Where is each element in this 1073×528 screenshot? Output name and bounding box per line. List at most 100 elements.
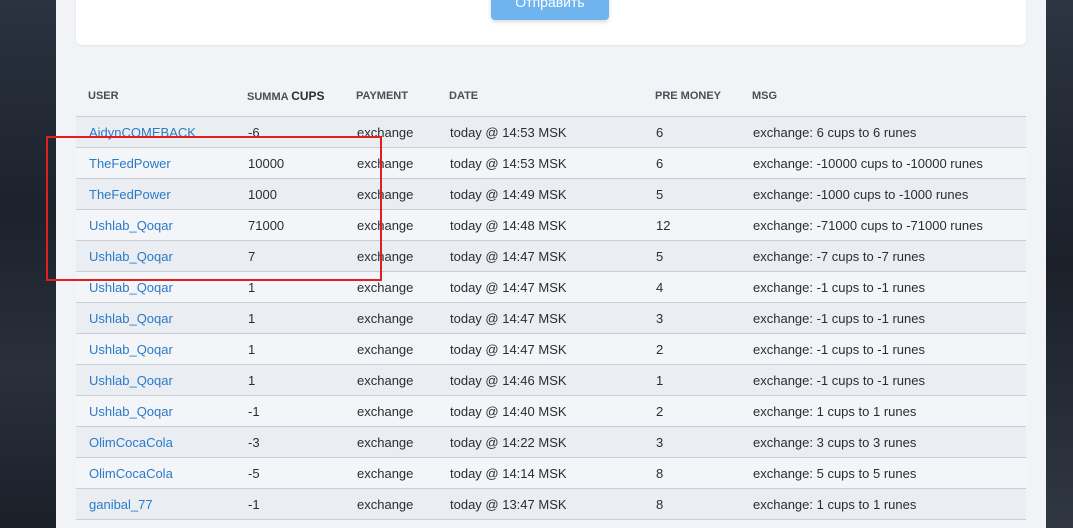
cell-user: ganibal_77 xyxy=(76,488,235,520)
cell-date: today @ 13:47 MSK xyxy=(437,488,643,520)
cell-date: today @ 14:53 MSK xyxy=(437,116,643,148)
cell-msg: exchange: -1 cups to -1 runes xyxy=(740,271,1026,303)
user-link[interactable]: Ushlab_Qoqar xyxy=(89,280,173,295)
header-date[interactable]: DATE xyxy=(437,75,643,117)
cell-payment: exchange xyxy=(344,116,437,148)
cell-summa: 1000 xyxy=(235,178,344,210)
cell-summa: 1 xyxy=(235,302,344,334)
user-link[interactable]: Ushlab_Qoqar xyxy=(89,373,173,388)
cell-pre-money: 6 xyxy=(643,147,740,179)
cell-summa: -1 xyxy=(235,395,344,427)
cell-payment: exchange xyxy=(344,147,437,179)
cell-msg: exchange: -10000 cups to -10000 runes xyxy=(740,147,1026,179)
header-pre-money[interactable]: PRE MONEY xyxy=(643,75,740,117)
cell-summa: 7 xyxy=(235,240,344,272)
table-row: Ushlab_Qoqar 71000 exchange today @ 14:48 M… xyxy=(76,209,1026,241)
cell-user: OlimCocaCola xyxy=(76,457,235,489)
cell-pre-money: 2 xyxy=(643,395,740,427)
table-row: Ushlab_Qoqar 1 exchange today @ 14:47 MSK 2 e… xyxy=(76,333,1026,365)
table-row: TheFedPower 10000 exchange today @ 14:53 MS… xyxy=(76,147,1026,179)
cell-user: OlimCocaCola xyxy=(76,426,235,458)
cell-date: today @ 14:40 MSK xyxy=(437,395,643,427)
cell-msg: exchange: -1 cups to -1 runes xyxy=(740,364,1026,396)
cell-payment: exchange xyxy=(344,395,437,427)
cell-msg: exchange: -1 cups to -1 runes xyxy=(740,302,1026,334)
cell-date: today @ 14:14 MSK xyxy=(437,457,643,489)
cell-payment: exchange xyxy=(344,364,437,396)
form-card: Отправить xyxy=(76,0,1026,45)
header-payment[interactable]: PAYMENT xyxy=(344,75,437,117)
user-link[interactable]: Ushlab_Qoqar xyxy=(89,218,173,233)
submit-button[interactable]: Отправить xyxy=(491,0,609,20)
table-row: Ushlab_Qoqar 1 exchange today @ 14:46 MSK 1 e… xyxy=(76,364,1026,396)
cell-user: TheFedPower xyxy=(76,147,235,179)
main-panel: Отправить USER SUMMA CUPS PAYMENT DATE P… xyxy=(56,0,1046,528)
cell-summa: 10000 xyxy=(235,147,344,179)
user-link[interactable]: ganibal_77 xyxy=(89,497,153,512)
background-right xyxy=(1046,0,1073,528)
cell-payment: exchange xyxy=(344,457,437,489)
cell-pre-money: 5 xyxy=(643,178,740,210)
header-summa-cups[interactable]: SUMMA CUPS xyxy=(235,75,344,117)
user-link[interactable]: TheFedPower xyxy=(89,156,171,171)
cell-summa: 1 xyxy=(235,364,344,396)
cell-summa: 1 xyxy=(235,333,344,365)
cell-pre-money: 8 xyxy=(643,457,740,489)
cell-summa: -5 xyxy=(235,457,344,489)
cell-pre-money: 8 xyxy=(643,488,740,520)
cell-msg: exchange: -71000 cups to -71000 runes xyxy=(740,209,1026,241)
header-cups: CUPS xyxy=(291,88,325,103)
cell-user: AidynCOMEBACK xyxy=(76,116,235,148)
cell-user: Ushlab_Qoqar xyxy=(76,395,235,427)
user-link[interactable]: AidynCOMEBACK xyxy=(89,125,196,140)
table-row: Ushlab_Qoqar 7 exchange today @ 14:47 MSK 5 e… xyxy=(76,240,1026,272)
cell-summa: -3 xyxy=(235,426,344,458)
cell-user: Ushlab_Qoqar xyxy=(76,240,235,272)
cell-date: today @ 14:48 MSK xyxy=(437,209,643,241)
table-row: Ushlab_Qoqar -1 exchange today @ 14:40 MSK 2… xyxy=(76,395,1026,427)
cell-msg: exchange: 1 cups to 1 runes xyxy=(740,395,1026,427)
table-row: Ushlab_Qoqar 1 exchange today @ 14:47 MSK 4 e… xyxy=(76,271,1026,303)
user-link[interactable]: Ushlab_Qoqar xyxy=(89,404,173,419)
cell-user: Ushlab_Qoqar xyxy=(76,333,235,365)
cell-msg: exchange: -1000 cups to -1000 runes xyxy=(740,178,1026,210)
cell-pre-money: 3 xyxy=(643,302,740,334)
cell-date: today @ 14:47 MSK xyxy=(437,271,643,303)
header-user[interactable]: USER xyxy=(76,75,235,117)
user-link[interactable]: Ushlab_Qoqar xyxy=(89,342,173,357)
cell-payment: exchange xyxy=(344,178,437,210)
cell-pre-money: 12 xyxy=(643,209,740,241)
header-summa: SUMMA xyxy=(247,90,289,103)
table-row: AidynCOMEBACK -6 exchange today @ 14:53 MSK… xyxy=(76,116,1026,148)
cell-date: today @ 14:47 MSK xyxy=(437,333,643,365)
cell-payment: exchange xyxy=(344,240,437,272)
cell-msg: exchange: 6 cups to 6 runes xyxy=(740,116,1026,148)
cell-pre-money: 6 xyxy=(643,116,740,148)
cell-date: today @ 14:46 MSK xyxy=(437,364,643,396)
cell-msg: exchange: 1 cups to 1 runes xyxy=(740,488,1026,520)
user-link[interactable]: TheFedPower xyxy=(89,187,171,202)
cell-payment: exchange xyxy=(344,209,437,241)
cell-user: Ushlab_Qoqar xyxy=(76,302,235,334)
user-link[interactable]: OlimCocaCola xyxy=(89,435,173,450)
cell-summa: 71000 xyxy=(235,209,344,241)
cell-payment: exchange xyxy=(344,271,437,303)
user-link[interactable]: OlimCocaCola xyxy=(89,466,173,481)
cell-date: today @ 14:49 MSK xyxy=(437,178,643,210)
table-header-row: USER SUMMA CUPS PAYMENT DATE PRE MONEY M… xyxy=(76,75,1026,117)
cell-user: Ushlab_Qoqar xyxy=(76,209,235,241)
transactions-table: USER SUMMA CUPS PAYMENT DATE PRE MONEY M… xyxy=(76,75,1026,520)
cell-date: today @ 14:47 MSK xyxy=(437,302,643,334)
cell-pre-money: 4 xyxy=(643,271,740,303)
cell-pre-money: 5 xyxy=(643,240,740,272)
user-link[interactable]: Ushlab_Qoqar xyxy=(89,249,173,264)
cell-date: today @ 14:53 MSK xyxy=(437,147,643,179)
cell-payment: exchange xyxy=(344,333,437,365)
cell-payment: exchange xyxy=(344,426,437,458)
cell-pre-money: 3 xyxy=(643,426,740,458)
cell-summa: 1 xyxy=(235,271,344,303)
user-link[interactable]: Ushlab_Qoqar xyxy=(89,311,173,326)
cell-pre-money: 1 xyxy=(643,364,740,396)
header-msg[interactable]: MSG xyxy=(740,75,1026,117)
table-row: OlimCocaCola -3 exchange today @ 14:22 MSK 3… xyxy=(76,426,1026,458)
